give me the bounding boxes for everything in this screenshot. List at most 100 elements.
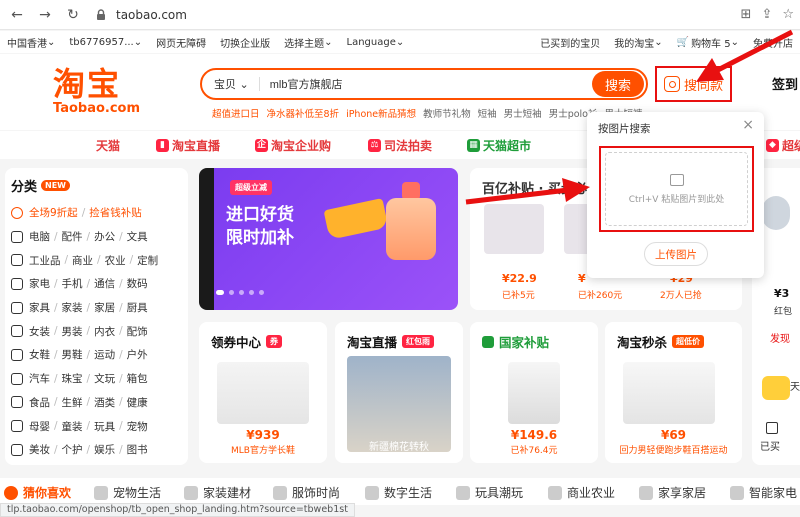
tab-smart-appliance[interactable]: 智能家电 [730,484,797,501]
accessible-link[interactable]: 网页无障碍 [149,35,213,50]
sofa-icon [639,485,653,500]
hotword[interactable]: 超值进口日 [212,106,260,120]
bookmark-star-icon[interactable]: ☆ [782,7,794,22]
user-menu[interactable]: tb6776957... ⌄ [62,37,149,48]
channel-super[interactable]: ◆超级 [766,137,800,154]
banner-headline: 进口好货 [226,205,294,225]
camera-icon [663,76,680,92]
share-icon[interactable]: ⇪ [761,7,772,22]
channel-supermarket[interactable]: ▦ 天猫超市 [467,137,531,154]
back-icon[interactable]: ← [6,4,28,26]
tab-fashion[interactable]: 服饰时尚 [273,484,340,501]
running-shoe-image [623,362,715,424]
tab-guess-like[interactable]: 猜你喜欢 [4,484,71,501]
sidebar-row-discount[interactable]: 全场9折起 / 捡省钱补贴 [11,201,188,225]
promo-banner[interactable]: 超级立减 进口好货 限时加补 [214,168,458,310]
reload-icon[interactable]: ↻ [62,4,84,26]
channel-live[interactable]: ▮ 淘宝直播 [156,137,220,154]
sidebar-row[interactable]: 女装 / 男装 / 内衣 / 配饰 [11,319,188,343]
sidebar-title: 分类 NEW [11,176,188,195]
hotword[interactable]: 男士短袖 [504,106,542,120]
my-taobao-menu[interactable]: 我的淘宝 ⌄ [607,35,669,50]
bought-items-link[interactable]: 已买到的宝贝 [533,35,607,50]
product-price: ¥22.9 [502,272,537,285]
sidebar-row[interactable]: 家电 / 手机 / 通信 / 数码 [11,272,188,296]
enterprise-icon: 企 [255,139,268,152]
food-icon [11,396,23,409]
carousel-dot[interactable] [249,290,254,295]
sidebar-row[interactable]: 母婴 / 童装 / 玩具 / 宠物 [11,414,188,438]
right-bought[interactable]: 已买 [760,438,780,453]
sidebar-row[interactable]: 工业品 / 商业 / 农业 / 定制 [11,248,188,272]
new-badge: NEW [41,180,70,191]
close-icon[interactable]: × [742,117,754,133]
card-price: ¥939 [246,428,280,442]
humidifier-image [508,362,560,424]
hotword[interactable]: 短袖 [478,106,497,120]
region-selector[interactable]: 中国香港 ⌄ [0,35,62,50]
live-card[interactable]: 淘宝直播 红包雨 新疆棉花转秋 [335,322,463,463]
tab-home-building[interactable]: 家装建材 [184,484,251,501]
popup-title: 按图片搜索 [598,123,651,135]
image-search-popup: 按图片搜索 × Ctrl+V 粘贴图片到此处 上传图片 [587,112,764,278]
shoe-icon [11,348,23,361]
live-icon: ▮ [156,139,169,152]
search-input[interactable] [259,78,592,90]
translate-icon[interactable]: ⊞ [741,7,752,22]
right-discover[interactable]: 发现 [770,330,790,345]
tab-agriculture[interactable]: 商业农业 [548,484,615,501]
channel-enterprise[interactable]: 企淘宝企业购 [255,137,331,154]
product-image [484,204,544,254]
tab-digital[interactable]: 数字生活 [365,484,432,501]
sidebar-row[interactable]: 美妆 / 个护 / 娱乐 / 图书 [11,438,188,462]
right-label[interactable]: 红包 [774,304,792,317]
lock-icon [97,8,105,20]
channel-auction[interactable]: ⚖ 司法拍卖 [368,137,432,154]
sidebar-row[interactable]: 食品 / 生鲜 / 酒类 / 健康 [11,391,188,415]
carousel-dot[interactable] [239,290,244,295]
image-drop-zone[interactable]: Ctrl+V 粘贴图片到此处 [599,146,754,232]
discount-icon [11,206,23,219]
furniture-icon [11,301,23,314]
upload-image-button[interactable]: 上传图片 [644,242,708,266]
annotation-arrow-icon [465,178,590,205]
channel-tmall[interactable]: 天猫 [96,137,120,154]
switch-enterprise-link[interactable]: 切换企业版 [213,35,277,50]
category-sidebar: 分类 NEW 全场9折起 / 捡省钱补贴 电脑 / 配件 / 办公 / 文具 工业品 / 商业 / 农业 /… [5,168,188,465]
product-subsidy: 已补260元 [578,291,623,301]
browser-toolbar: ← → ↻ taobao.com ⊞ ⇪ ☆ [0,0,800,30]
carousel-dot[interactable] [259,290,264,295]
tab-toys[interactable]: 玩具潮玩 [456,484,523,501]
flash-sale-card[interactable]: 淘宝秒杀 超低价 ¥69 回力男轻便跑步鞋百搭运动 [605,322,742,463]
category-tab-bar: 猜你喜欢 宠物生活 家装建材 服饰时尚 数字生活 玩具潮玩 商业农业 家享家居 … [0,478,800,505]
beauty-icon [11,443,23,456]
carousel-dot[interactable] [216,290,224,295]
taobao-logo[interactable]: 淘宝 Taobao.com [53,66,143,116]
carousel-dot[interactable] [229,290,234,295]
gamepad-icon [365,485,379,500]
search-button[interactable]: 搜索 [592,71,644,97]
appliance-icon [730,485,744,500]
hotword[interactable]: iPhone新品猜想 [346,106,416,120]
carousel-dots [216,290,264,295]
language-selector[interactable]: Language ⌄ [340,37,412,48]
tab-pet[interactable]: 宠物生活 [94,484,161,501]
theme-selector[interactable]: 选择主题 ⌄ [277,35,339,50]
mascot-icon [762,196,790,230]
supermarket-icon: ▦ [467,139,480,152]
forward-icon[interactable]: → [34,4,56,26]
sidebar-row[interactable]: 汽车 / 珠宝 / 文玩 / 箱包 [11,367,188,391]
tab-home[interactable]: 家享家居 [639,484,706,501]
pet-icon [94,485,108,500]
sidebar-row[interactable]: 家具 / 家装 / 家居 / 厨具 [11,296,188,320]
search-bar: 宝贝 ⌄ 搜索 [200,68,648,100]
search-category-select[interactable]: 宝贝 ⌄ [202,77,260,91]
address-bar[interactable]: taobao.com [94,4,187,26]
hotword[interactable]: 教师节礼物 [423,106,471,120]
sidebar-row[interactable]: 女鞋 / 男鞋 / 运动 / 户外 [11,343,188,367]
fashion-icon [273,485,287,500]
coupon-center-card[interactable]: 领券中心券 ¥939 MLB官方学长鞋 [199,322,327,463]
sidebar-row[interactable]: 电脑 / 配件 / 办公 / 文具 [11,225,188,249]
hotword[interactable]: 净水器补低至8折 [267,106,340,120]
national-subsidy-card[interactable]: 国家补贴 ¥149.6 已补76.4元 [470,322,598,463]
